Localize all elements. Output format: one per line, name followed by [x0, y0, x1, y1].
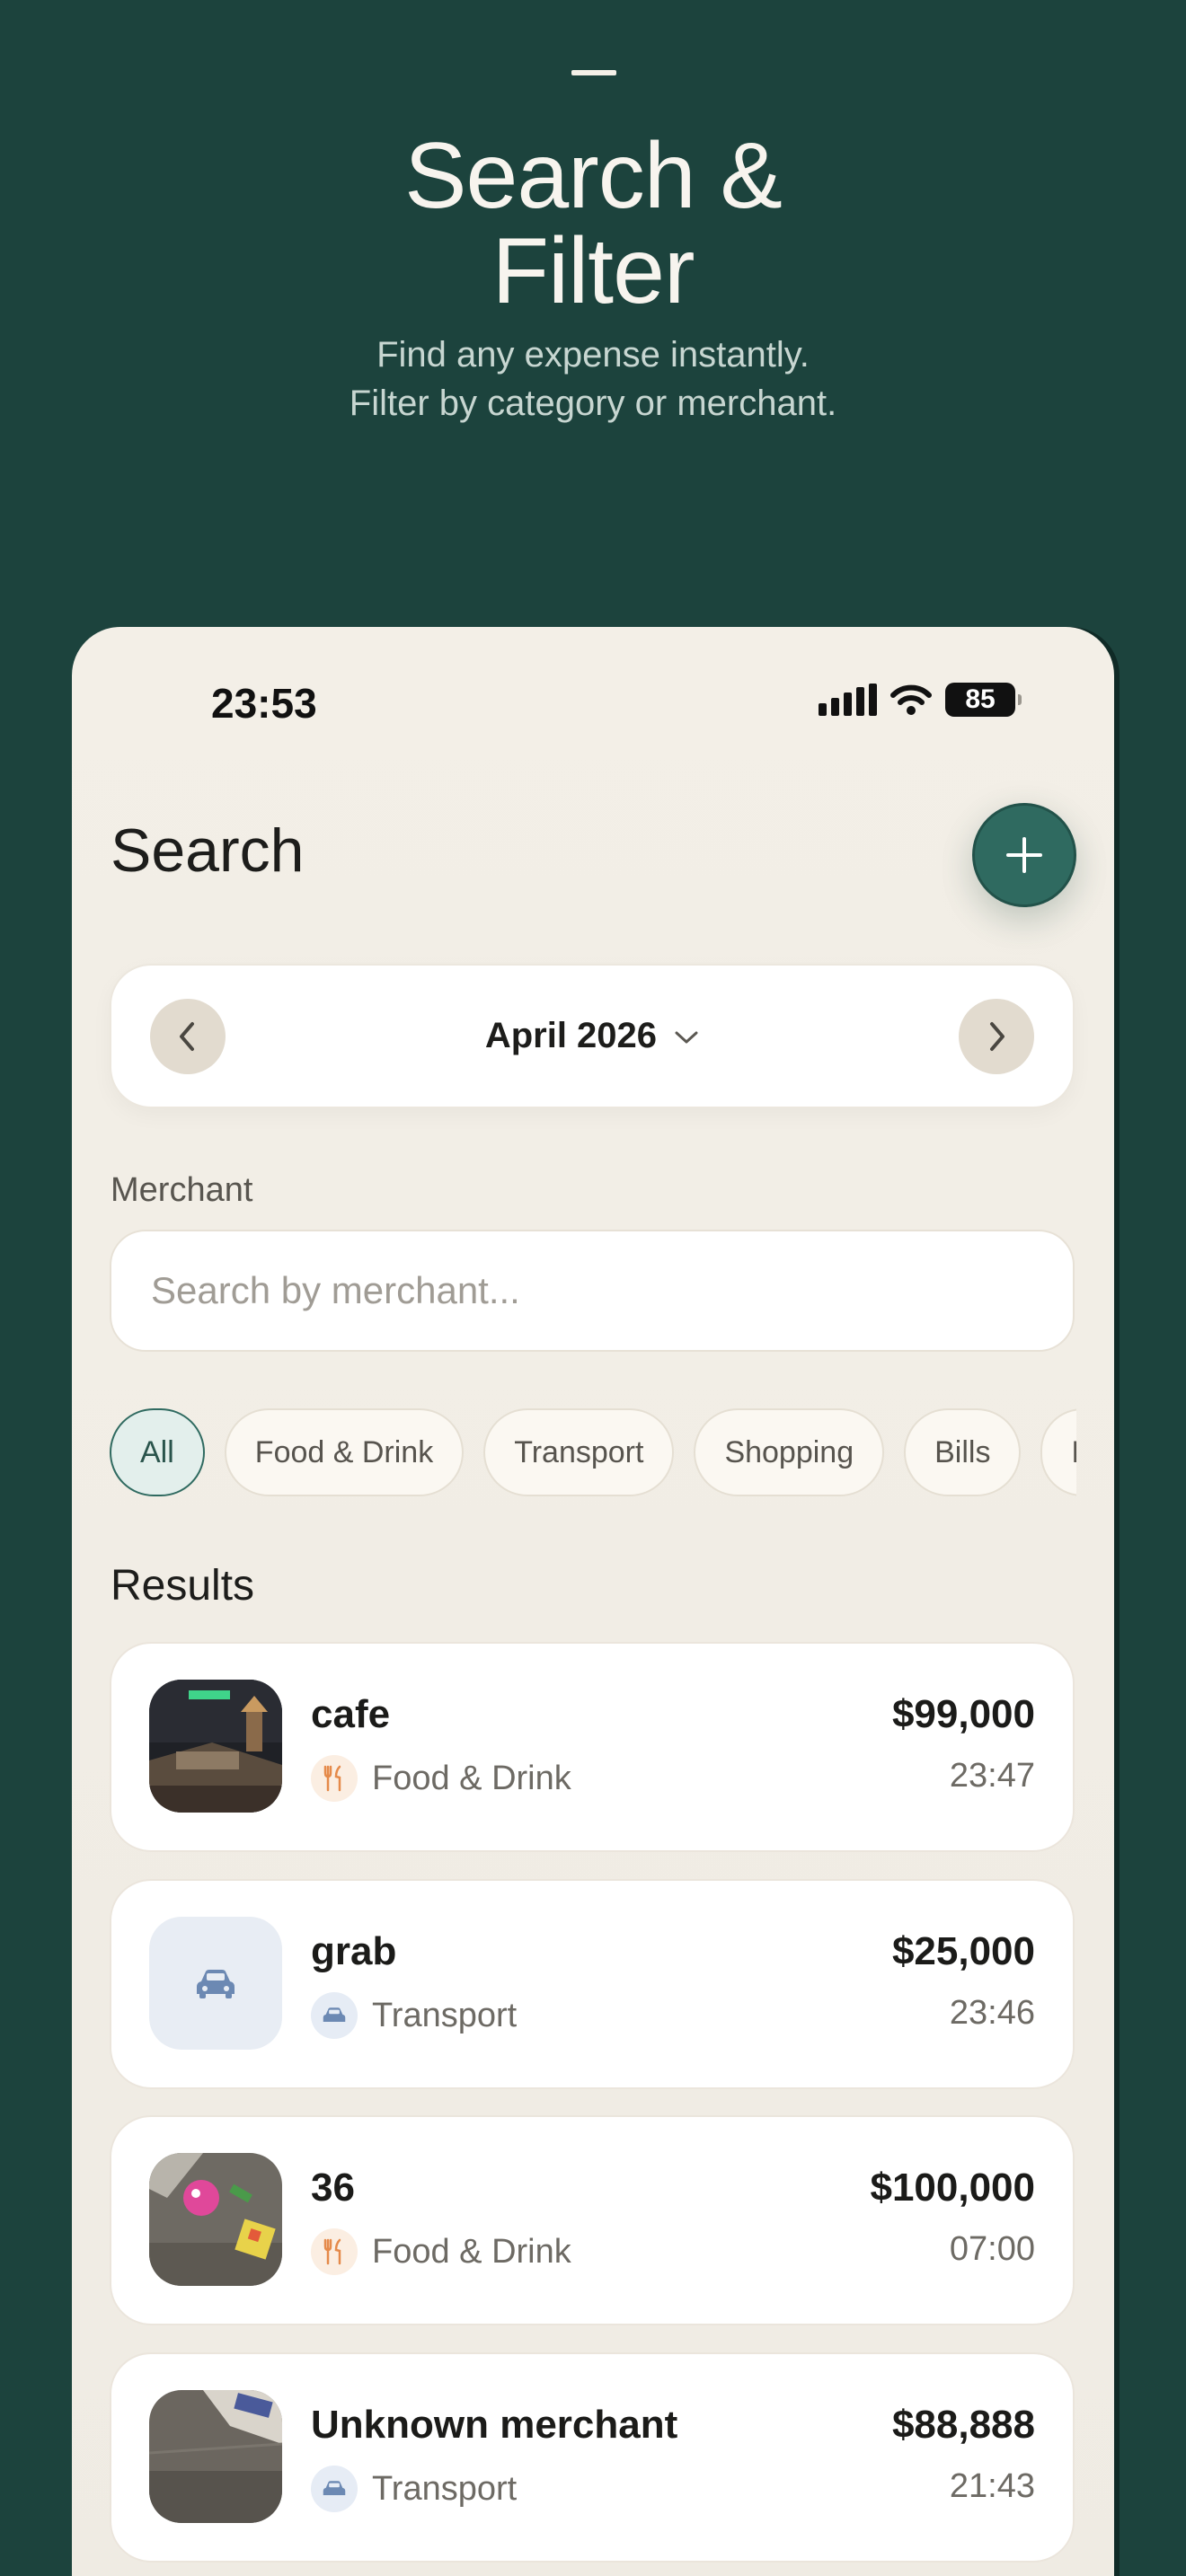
merchant-search-input[interactable]: [110, 1230, 1075, 1352]
chip-bills[interactable]: Bills: [904, 1408, 1022, 1496]
battery-level: 85: [965, 684, 996, 714]
transaction-category: Food & Drink: [311, 2228, 571, 2275]
merchant-name: 36: [311, 2166, 355, 2210]
category-label: Transport: [372, 2469, 518, 2508]
transaction-row[interactable]: grab Transport $25,000 23:46: [110, 1879, 1075, 2089]
chevron-down-icon: [675, 1031, 698, 1044]
transaction-row[interactable]: 36 Food & Drink $100,000 07:00: [110, 2115, 1075, 2325]
month-dropdown[interactable]: April 2026: [111, 1016, 1073, 1056]
phone-screen: 23:53 85 Search April 2026 Merchant Sear…: [72, 627, 1114, 2576]
battery-icon: 85: [945, 683, 1022, 717]
transaction-category: Transport: [311, 2466, 517, 2512]
wifi-icon: [890, 684, 932, 715]
transaction-time: 23:47: [949, 1757, 1035, 1795]
transaction-photo: [149, 1680, 282, 1813]
car-icon: [149, 1917, 282, 2050]
category-label: Food & Drink: [372, 2232, 571, 2271]
transaction-time: 23:46: [949, 1994, 1035, 2032]
transaction-row[interactable]: Unknown merchant Transport $88,888 21:43: [110, 2352, 1075, 2563]
transaction-photo: [149, 2390, 282, 2523]
category-label: Food & Drink: [372, 1759, 571, 1797]
chevron-right-icon: [990, 1022, 1005, 1051]
utensils-icon: [311, 2228, 358, 2275]
hero-subtitle-line1: Find any expense instantly.: [376, 335, 810, 375]
results-heading: Results: [111, 1562, 255, 1610]
status-time: 23:53: [211, 680, 317, 727]
chip-transport[interactable]: Transport: [483, 1408, 675, 1496]
add-expense-button[interactable]: [972, 803, 1076, 907]
chip-all[interactable]: All: [110, 1408, 205, 1496]
transaction-category: Food & Drink: [311, 1755, 571, 1802]
transaction-row[interactable]: cafe Food & Drink $99,000 23:47: [110, 1642, 1075, 1852]
transaction-amount: $25,000: [891, 1929, 1035, 1973]
plus-icon: [1006, 837, 1042, 873]
car-icon: [311, 2466, 358, 2512]
merchant-label: Merchant: [111, 1171, 253, 1209]
merchant-name: Unknown merchant: [311, 2403, 678, 2447]
utensils-icon: [311, 1755, 358, 1802]
transaction-time: 07:00: [949, 2230, 1035, 2268]
merchant-name: cafe: [311, 1692, 391, 1736]
transaction-photo: [149, 2153, 282, 2286]
status-icons: 85: [819, 683, 1022, 717]
merchant-name: grab: [311, 1929, 397, 1973]
category-chips: AllFood & DrinkTransportShoppingBillsH: [110, 1408, 1076, 1498]
signal-icon: [819, 684, 877, 716]
month-selector: April 2026: [110, 964, 1075, 1108]
hero-subtitle-line2: Filter by category or merchant.: [349, 384, 837, 423]
transaction-category: Transport: [311, 1992, 517, 2039]
next-month-button[interactable]: [959, 999, 1034, 1074]
page-title: Search: [111, 816, 305, 885]
drag-handle: [571, 70, 616, 75]
chip-more[interactable]: H: [1040, 1408, 1076, 1496]
chip-food-drink[interactable]: Food & Drink: [224, 1408, 465, 1496]
transaction-amount: $99,000: [891, 1692, 1035, 1736]
transaction-amount: $100,000: [870, 2166, 1035, 2210]
month-label: April 2026: [484, 1016, 658, 1055]
transaction-amount: $88,888: [891, 2403, 1035, 2447]
chip-shopping[interactable]: Shopping: [694, 1408, 885, 1496]
car-icon: [311, 1992, 358, 2039]
hero-title-line2: Filter: [491, 219, 695, 323]
transaction-time: 21:43: [949, 2467, 1035, 2505]
category-label: Transport: [372, 1996, 518, 2034]
hero-title-line1: Search &: [404, 124, 783, 228]
